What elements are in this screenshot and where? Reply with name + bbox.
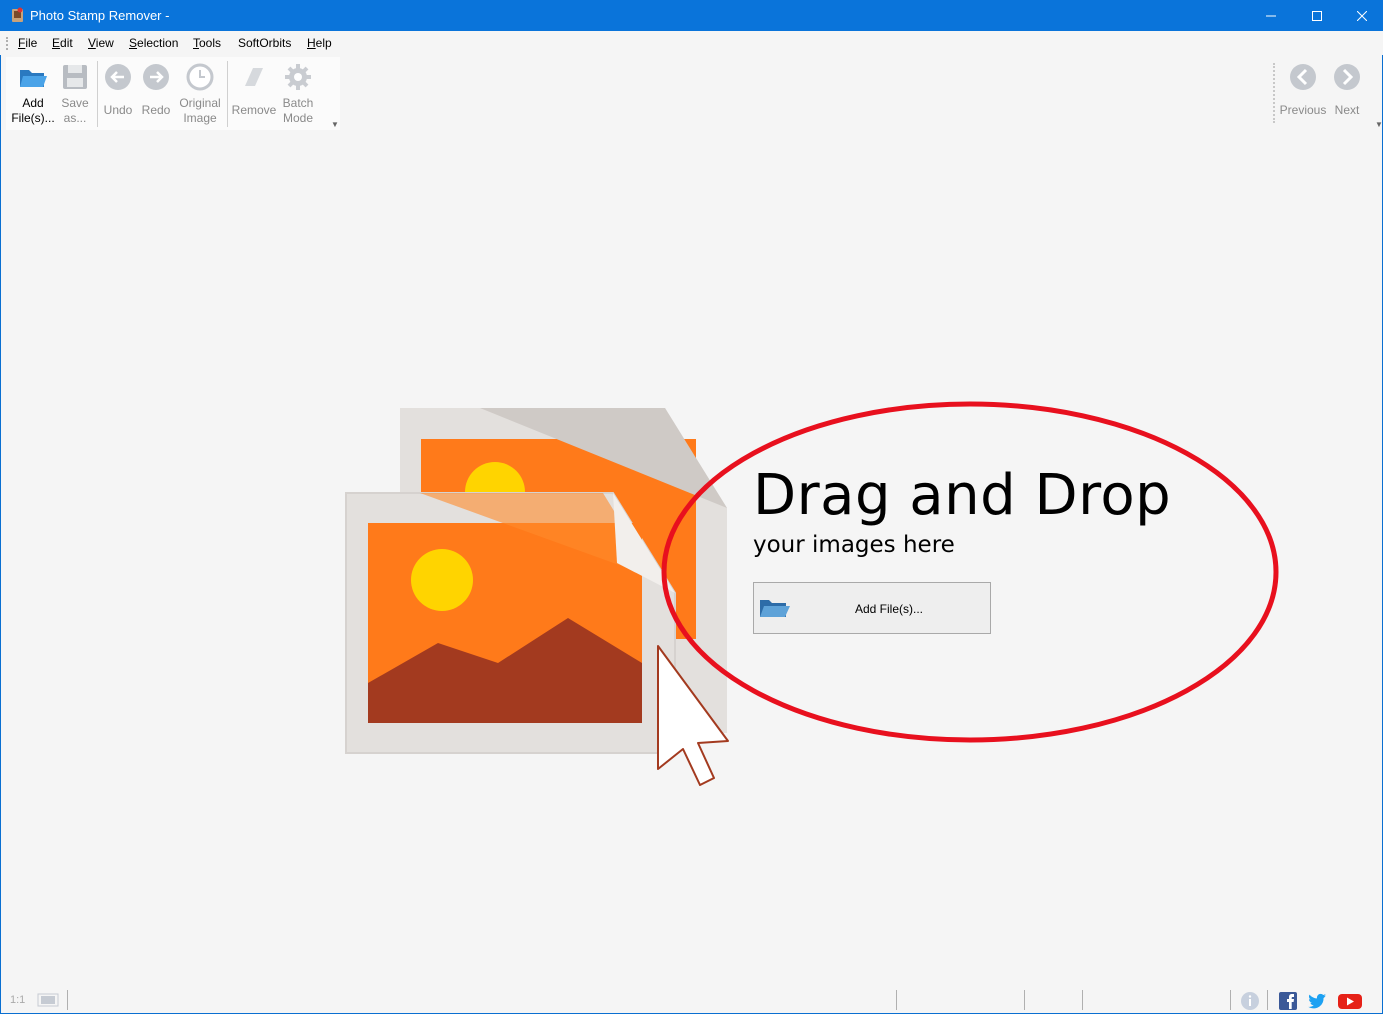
title-bar[interactable]: Photo Stamp Remover - xyxy=(0,0,1383,31)
navigation-toolbar: Previous Next xyxy=(1273,57,1383,130)
status-separator xyxy=(896,990,897,1010)
minimize-button[interactable] xyxy=(1248,0,1294,31)
menu-file-rest: ile xyxy=(25,36,38,50)
drag-and-drop-subtitle: your images here xyxy=(753,532,955,558)
status-separator xyxy=(1267,990,1268,1010)
original-image-button[interactable]: Original Image xyxy=(176,57,224,130)
gear-icon xyxy=(285,64,311,90)
close-button[interactable] xyxy=(1339,0,1383,31)
menu-help-rest: elp xyxy=(315,36,332,50)
remove-label: Remove xyxy=(231,103,277,117)
menu-edit-rest: dit xyxy=(60,36,73,50)
drop-images-illustration xyxy=(345,408,729,786)
arrow-right-circle-icon xyxy=(143,64,169,90)
previous-button[interactable]: Previous xyxy=(1279,57,1327,130)
chevron-right-circle-icon xyxy=(1334,64,1360,90)
batch-mode-label: Batch Mode xyxy=(282,96,314,125)
next-label: Next xyxy=(1334,103,1360,117)
menu-edit[interactable]: Edit xyxy=(52,36,73,50)
status-separator xyxy=(1024,990,1025,1010)
status-separator xyxy=(1082,990,1083,1010)
twitter-icon[interactable] xyxy=(1307,991,1327,1011)
minimize-icon xyxy=(1266,15,1276,16)
main-toolbar: Add File(s)... Save as... Undo Redo Orig… xyxy=(6,57,340,130)
menu-softorbits[interactable]: SoftOrbits xyxy=(238,36,291,50)
photo-stamp-remover-icon xyxy=(12,7,23,22)
save-as-label: Save as... xyxy=(61,96,89,125)
redo-label: Redo xyxy=(141,103,171,117)
zoom-level[interactable]: 1:1 xyxy=(10,994,25,1006)
maximize-button[interactable] xyxy=(1294,0,1340,31)
maximize-icon xyxy=(1312,10,1322,21)
menu-tools-rest: ools xyxy=(199,36,222,50)
nav-grip xyxy=(1273,63,1275,123)
drag-and-drop-title: Drag and Drop xyxy=(753,463,1172,528)
remove-button[interactable]: Remove xyxy=(230,57,278,130)
menu-tools[interactable]: Tools xyxy=(193,36,221,50)
batch-mode-button[interactable]: Batch Mode xyxy=(278,57,318,130)
fit-to-window-icon[interactable] xyxy=(37,993,59,1007)
add-files-button[interactable]: Add File(s)... xyxy=(8,57,58,130)
status-bar: 1:1 xyxy=(1,988,1382,1013)
menu-bar: File Edit View Selection Tools SoftOrbit… xyxy=(0,31,1383,55)
status-separator xyxy=(1230,990,1231,1010)
window-title: Photo Stamp Remover - xyxy=(30,8,170,23)
save-as-button[interactable]: Save as... xyxy=(56,57,94,130)
nav-overflow-chevron[interactable]: ▼ xyxy=(1375,120,1383,129)
toolbar-separator xyxy=(227,61,228,127)
add-files-dropzone-label: Add File(s)... xyxy=(854,602,923,616)
menu-help-underline: H xyxy=(307,36,316,50)
next-button[interactable]: Next xyxy=(1331,57,1363,130)
menu-help[interactable]: Help xyxy=(307,36,332,50)
youtube-icon[interactable] xyxy=(1337,991,1363,1011)
close-icon xyxy=(1357,10,1367,21)
undo-label: Undo xyxy=(103,103,133,117)
menu-grip xyxy=(6,37,10,50)
info-icon[interactable] xyxy=(1240,991,1260,1011)
menu-selection[interactable]: Selection xyxy=(129,36,178,50)
menu-view-rest: iew xyxy=(95,36,114,50)
toolbar-overflow-chevron[interactable]: ▼ xyxy=(331,120,339,129)
folder-open-icon xyxy=(20,70,47,87)
status-separator xyxy=(67,990,68,1010)
arrow-left-circle-icon xyxy=(105,64,131,90)
toolbar-separator xyxy=(97,61,98,127)
menu-file[interactable]: File xyxy=(18,36,37,50)
menu-selection-underline: S xyxy=(129,36,138,50)
chevron-left-circle-icon xyxy=(1290,64,1316,90)
redo-button[interactable]: Redo xyxy=(139,57,173,130)
menu-softorbits-label: SoftOrbits xyxy=(238,36,292,50)
menu-selection-rest: election xyxy=(137,36,179,50)
add-files-dropzone-button[interactable]: Add File(s)... xyxy=(753,582,991,634)
original-image-label: Original Image xyxy=(179,96,221,125)
floppy-disk-icon xyxy=(63,65,87,89)
menu-view-underline: V xyxy=(88,36,96,50)
menu-view[interactable]: View xyxy=(88,36,114,50)
eraser-icon xyxy=(245,68,263,86)
previous-label: Previous xyxy=(1279,103,1327,117)
undo-button[interactable]: Undo xyxy=(101,57,135,130)
add-files-label: Add File(s)... xyxy=(11,96,55,125)
facebook-icon[interactable] xyxy=(1278,991,1298,1011)
clock-icon xyxy=(186,63,214,91)
menu-edit-underline: E xyxy=(52,36,61,50)
